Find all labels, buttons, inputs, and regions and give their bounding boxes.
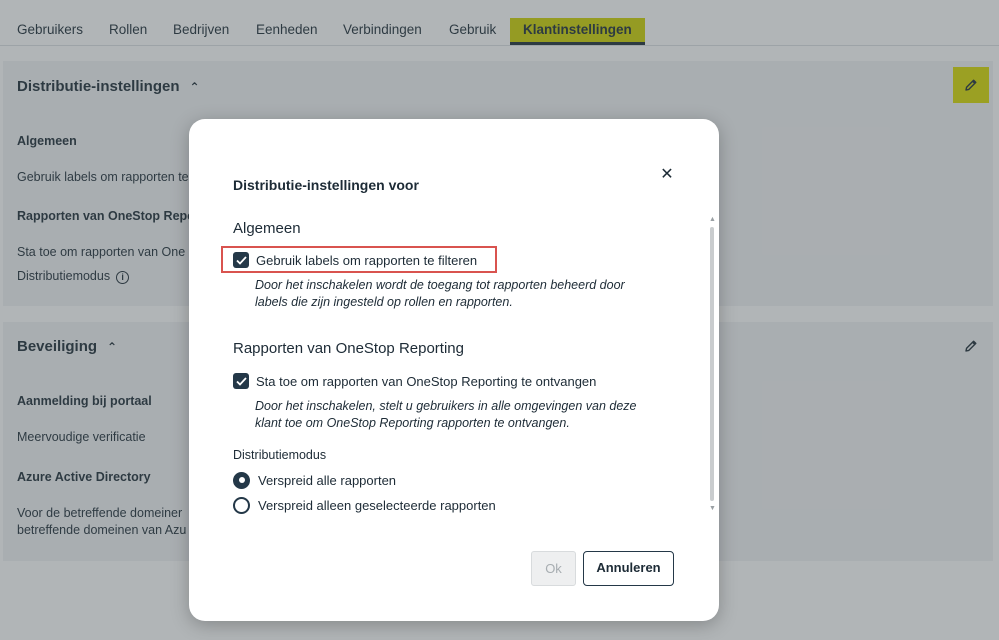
allow-reports-label: Sta toe om rapporten van OneStop Reporti… bbox=[256, 373, 597, 389]
reports-heading: Rapporten van OneStop Reporting bbox=[233, 340, 464, 357]
radio-selected-icon[interactable] bbox=[233, 471, 250, 489]
distribution-settings-dialog: Distributie-instellingen voor ✕ Algemeen… bbox=[189, 119, 719, 621]
scroll-down-arrow-icon[interactable]: ▼ bbox=[709, 505, 716, 512]
allow-reports-checkbox[interactable]: Sta toe om rapporten van OneStop Reporti… bbox=[233, 370, 596, 392]
cancel-button[interactable]: Annuleren bbox=[583, 551, 674, 586]
radio-selected-reports[interactable]: Verspreid alleen geselecteerde rapporten bbox=[233, 495, 496, 515]
description-line: labels die zijn ingesteld op rollen en r… bbox=[255, 295, 513, 309]
description-line: Door het inschakelen wordt de toegang to… bbox=[255, 278, 625, 292]
general-heading: Algemeen bbox=[233, 220, 301, 237]
description-line: Door het inschakelen, stelt u gebruikers… bbox=[255, 399, 637, 413]
description-line: klant toe om OneStop Reporting rapporten… bbox=[255, 416, 570, 430]
radio-label: Verspreid alleen geselecteerde rapporten bbox=[258, 497, 496, 513]
radio-all-reports[interactable]: Verspreid alle rapporten bbox=[233, 470, 396, 490]
checkbox-checked-icon[interactable] bbox=[233, 252, 249, 268]
use-labels-label: Gebruik labels om rapporten te filteren bbox=[256, 252, 478, 268]
distribution-mode-label: Distributiemodus bbox=[233, 448, 327, 462]
close-icon: ✕ bbox=[660, 166, 674, 183]
close-button[interactable]: ✕ bbox=[657, 165, 677, 185]
use-labels-description: Door het inschakelen wordt de toegang to… bbox=[255, 277, 655, 311]
ok-button[interactable]: Ok bbox=[531, 551, 576, 586]
scrollbar-thumb[interactable] bbox=[710, 227, 714, 501]
use-labels-checkbox[interactable]: Gebruik labels om rapporten te filteren bbox=[233, 249, 477, 271]
scroll-up-arrow-icon[interactable]: ▲ bbox=[709, 216, 716, 223]
checkbox-checked-icon[interactable] bbox=[233, 373, 249, 389]
allow-reports-description: Door het inschakelen, stelt u gebruikers… bbox=[255, 398, 655, 432]
radio-label: Verspreid alle rapporten bbox=[258, 472, 397, 488]
dialog-title: Distributie-instellingen voor bbox=[233, 177, 419, 193]
dialog-scrollbar[interactable]: ▲ ▼ bbox=[709, 216, 716, 515]
radio-unselected-icon[interactable] bbox=[233, 496, 250, 514]
